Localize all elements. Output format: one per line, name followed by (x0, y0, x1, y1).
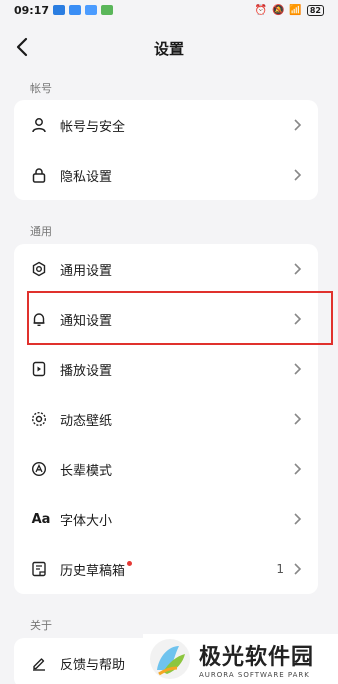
settings-row-general[interactable]: 通用设置 (14, 244, 318, 294)
settings-row-font-size[interactable]: Aa 字体大小 (14, 494, 318, 544)
status-time: 09:17 (14, 3, 50, 17)
person-icon (30, 116, 48, 134)
drafts-count: 1 (276, 562, 284, 576)
settings-row-live-wallpaper[interactable]: 动态壁纸 (14, 394, 318, 444)
settings-row-label: 帐号与安全 (60, 119, 126, 135)
chevron-right-icon (294, 363, 302, 375)
wifi-icon: 📶 (289, 4, 302, 16)
account-card: 帐号与安全 隐私设置 (14, 100, 318, 200)
back-arrow-icon[interactable] (12, 36, 34, 58)
status-bar: 09:17 ⏰ 🔕 📶 82 (0, 0, 338, 20)
settings-row-playback[interactable]: 播放设置 (14, 344, 318, 394)
settings-row-label: 字体大小 (60, 513, 113, 529)
elder-mode-icon (30, 460, 48, 478)
chevron-right-icon (294, 413, 302, 425)
settings-row-label: 播放设置 (60, 363, 113, 379)
settings-row-label: 历史草稿箱 (60, 563, 126, 579)
chevron-right-icon (294, 563, 302, 575)
section-label-account: 帐号 (30, 82, 52, 95)
settings-row-label: 长辈模式 (60, 463, 113, 479)
app-icon (85, 5, 98, 15)
font-size-icon: Aa (31, 511, 51, 527)
alarm-icon: ⏰ (254, 4, 267, 16)
app-icon (101, 5, 114, 15)
settings-row-drafts[interactable]: 历史草稿箱 1 (14, 544, 318, 594)
feedback-icon (30, 654, 48, 672)
wallpaper-icon (30, 410, 48, 428)
chevron-right-icon (294, 263, 302, 275)
mute-icon: 🔕 (271, 4, 285, 16)
chevron-right-icon (294, 169, 302, 181)
section-label-about: 关于 (30, 619, 52, 632)
settings-row-label: 反馈与帮助 (60, 657, 126, 673)
section-label-general: 通用 (30, 225, 52, 238)
watermark: 极光软件园 AURORA SOFTWARE PARK (143, 634, 338, 684)
gear-icon (30, 260, 48, 278)
header: 设置 (0, 28, 338, 68)
settings-row-label: 隐私设置 (60, 169, 113, 185)
lock-icon (30, 166, 48, 184)
play-settings-icon (30, 360, 48, 378)
settings-row-privacy[interactable]: 隐私设置 (14, 150, 318, 200)
battery-icon: 82 (306, 4, 324, 16)
watermark-title: 极光软件园 (199, 645, 315, 670)
settings-row-label: 动态壁纸 (60, 413, 113, 429)
settings-row-account-security[interactable]: 帐号与安全 (14, 100, 318, 150)
aurora-logo-icon (150, 639, 190, 679)
settings-row-elder-mode[interactable]: 长辈模式 (14, 444, 318, 494)
highlight-box (27, 291, 333, 345)
page-title: 设置 (153, 39, 184, 58)
app-icon (69, 5, 82, 15)
watermark-subtitle: AURORA SOFTWARE PARK (199, 671, 310, 679)
chat-app-icon (53, 5, 66, 15)
chevron-right-icon (294, 513, 302, 525)
drafts-icon (30, 560, 48, 578)
new-badge-dot (127, 560, 133, 566)
chevron-right-icon (294, 463, 302, 475)
settings-row-label: 通用设置 (60, 263, 113, 279)
chevron-right-icon (294, 119, 302, 131)
